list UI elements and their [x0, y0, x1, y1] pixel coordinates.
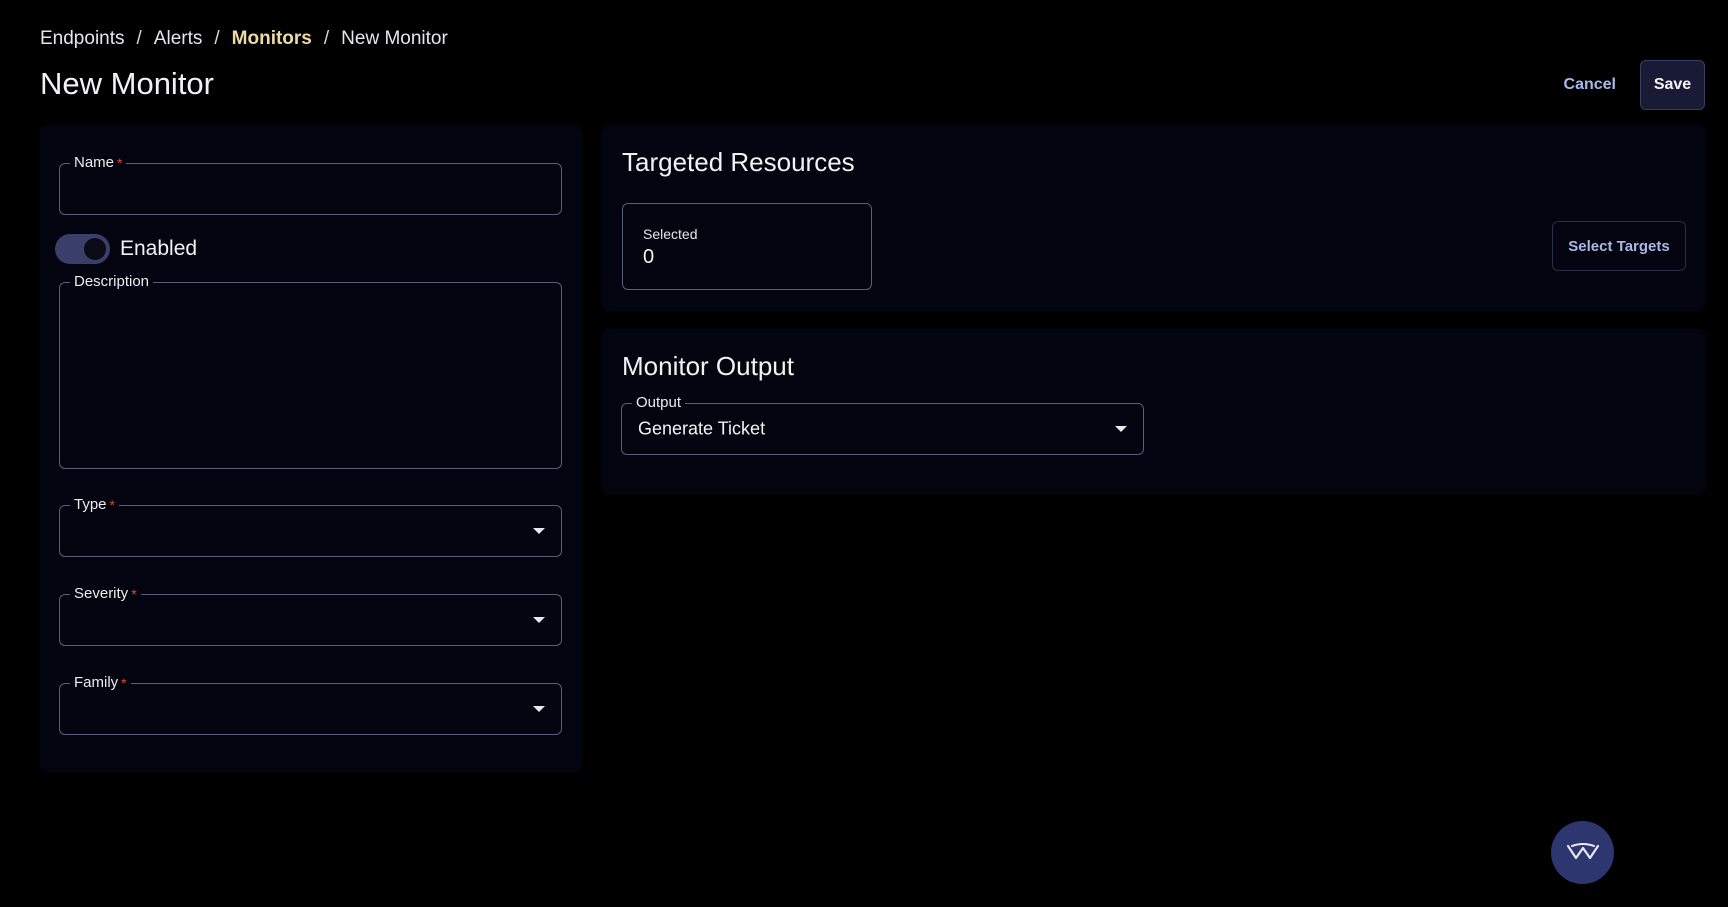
output-select[interactable]: Output Generate Ticket — [621, 393, 1144, 455]
toggle-knob — [84, 238, 106, 260]
severity-label: Severity * — [70, 584, 141, 604]
description-input[interactable] — [60, 283, 561, 468]
monitor-form-panel: Name * Enabled Description Type * Severi… — [40, 125, 582, 772]
breadcrumb-separator: / — [323, 28, 330, 49]
required-mark: * — [131, 586, 137, 602]
type-select[interactable]: Type * — [59, 495, 562, 557]
chevron-down-icon — [1115, 426, 1127, 432]
monitor-output-title: Monitor Output — [622, 351, 794, 381]
breadcrumb-endpoints[interactable]: Endpoints — [40, 28, 125, 50]
breadcrumb: Endpoints / Alerts / Monitors / New Moni… — [40, 28, 448, 50]
output-label: Output — [632, 393, 686, 413]
family-label: Family * — [70, 673, 131, 693]
breadcrumb-separator: / — [214, 28, 220, 49]
required-mark: * — [121, 675, 127, 691]
name-label-text: Name — [74, 154, 115, 171]
save-button[interactable]: Save — [1640, 60, 1705, 110]
name-label: Name * — [70, 153, 127, 173]
severity-select[interactable]: Severity * — [59, 584, 562, 646]
assistant-fab-button[interactable] — [1551, 821, 1614, 884]
selected-label: Selected — [643, 226, 698, 242]
breadcrumb-separator: / — [136, 28, 142, 49]
severity-label-text: Severity — [74, 585, 129, 602]
brand-logo-icon — [1566, 842, 1599, 859]
breadcrumb-current: New Monitor — [341, 28, 448, 49]
enabled-toggle[interactable] — [55, 234, 110, 264]
type-label: Type * — [70, 495, 119, 515]
description-label-text: Description — [74, 273, 150, 290]
description-label: Description — [70, 272, 154, 292]
select-targets-button[interactable]: Select Targets — [1552, 221, 1686, 271]
breadcrumb-monitors[interactable]: Monitors — [232, 28, 312, 50]
targeted-resources-panel: Targeted Resources Selected 0 Select Tar… — [602, 125, 1706, 311]
cancel-button[interactable]: Cancel — [1564, 68, 1616, 102]
breadcrumb-alerts[interactable]: Alerts — [154, 28, 203, 50]
required-mark: * — [109, 497, 115, 513]
targeted-resources-title: Targeted Resources — [622, 147, 855, 177]
enabled-toggle-row: Enabled — [55, 234, 197, 264]
page: Endpoints / Alerts / Monitors / New Moni… — [0, 0, 1728, 907]
chevron-down-icon — [533, 528, 545, 534]
description-field[interactable]: Description — [59, 272, 562, 469]
name-input[interactable] — [60, 164, 561, 214]
type-label-text: Type — [74, 496, 107, 513]
selected-count-card: Selected 0 — [622, 203, 872, 290]
chevron-down-icon — [533, 617, 545, 623]
monitor-output-panel: Monitor Output Output Generate Ticket — [602, 329, 1706, 494]
name-field[interactable]: Name * — [59, 153, 562, 215]
enabled-label: Enabled — [120, 237, 198, 260]
page-title: New Monitor — [40, 66, 214, 101]
output-value: Generate Ticket — [638, 418, 766, 439]
header-actions: Cancel Save — [1564, 60, 1705, 110]
selected-count: 0 — [643, 246, 655, 268]
chevron-down-icon — [533, 706, 545, 712]
output-label-text: Output — [636, 394, 682, 411]
family-select[interactable]: Family * — [59, 673, 562, 735]
required-mark: * — [117, 155, 123, 171]
family-label-text: Family — [74, 674, 119, 691]
